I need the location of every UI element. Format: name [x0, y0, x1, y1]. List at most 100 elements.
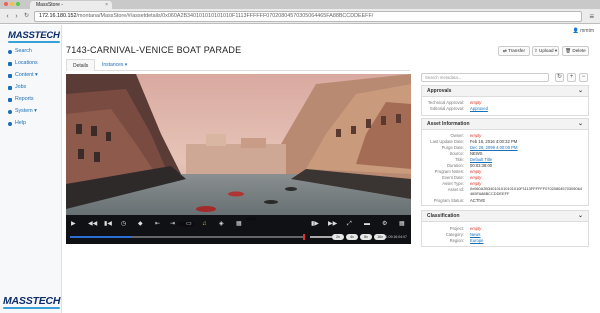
classification-header[interactable]: Classification ⌄ — [422, 211, 588, 222]
tags-icon[interactable]: ◈ — [219, 221, 224, 228]
playhead-marker[interactable] — [303, 234, 305, 240]
minimize-window-icon[interactable] — [10, 2, 14, 6]
window-controls[interactable] — [4, 2, 20, 6]
browser-toolbar: ‹ › ↻ 172.16.180.152/montana/MassStore/#… — [0, 9, 600, 24]
metadata-search-input[interactable]: Search metadata... — [421, 73, 549, 82]
back-icon[interactable]: ‹ — [3, 12, 12, 21]
classification-title: Classification — [427, 213, 460, 219]
trash-icon: 🗑 — [565, 48, 572, 53]
row-value[interactable]: Default Title — [470, 157, 492, 162]
sidebar-item-reports[interactable]: Reports — [8, 95, 34, 104]
approvals-panel: Approvals ⌄ Technical Approval: empty Ed… — [421, 85, 589, 116]
transfer-label: Transfer — [508, 48, 525, 53]
play-icon[interactable]: ▶ — [71, 221, 76, 228]
close-tab-icon[interactable]: × — [105, 1, 108, 9]
row-value: 00:03:38:00 — [470, 163, 493, 168]
row-value[interactable]: empty — [470, 169, 481, 174]
logo-swoosh — [3, 307, 61, 309]
speed-2x-button[interactable]: 2x — [332, 234, 344, 240]
caption-icon[interactable]: ▬ — [364, 221, 370, 228]
sidebar-item-jobs[interactable]: Jobs — [8, 83, 26, 92]
tab-instances[interactable]: Instances ▾ — [96, 59, 133, 71]
frame-step-icon[interactable]: ▮▶ — [311, 221, 319, 228]
help-icon — [8, 121, 12, 126]
row-value[interactable]: Europe — [470, 238, 484, 243]
sidebar-item-label: System ▾ — [15, 108, 37, 114]
close-window-icon[interactable] — [4, 2, 8, 6]
timecode-readout: 1:09:16:04:07 — [385, 235, 407, 239]
sidebar-item-label: Search — [15, 48, 32, 54]
url-host: 172.16.180.152 — [39, 13, 77, 19]
sidebar-item-label: Reports — [15, 96, 34, 102]
expand-all-icon[interactable]: + — [567, 73, 576, 82]
row-value[interactable]: empty — [470, 226, 481, 231]
tab-details[interactable]: Details — [66, 59, 96, 71]
sidebar-item-content[interactable]: Content ▾ — [8, 71, 38, 80]
refresh-icon[interactable]: ↻ — [555, 73, 564, 82]
url-path: /montana/MassStore/#/assetdetails/0x060A… — [76, 13, 374, 19]
upload-icon: ⇧ — [533, 48, 538, 53]
mark-in-icon[interactable]: ⇤ — [155, 221, 160, 228]
sidebar-item-label: Help — [15, 120, 26, 126]
row-key: Source: — [449, 151, 464, 156]
settings-gear-icon[interactable]: ⚙ — [382, 221, 387, 228]
row-value[interactable]: empty — [470, 175, 481, 180]
row-value[interactable]: empty — [470, 100, 481, 105]
collapse-all-icon[interactable]: − — [579, 73, 588, 82]
system-icon — [8, 109, 12, 114]
grid-icon[interactable]: ▦ — [236, 221, 242, 228]
progress-fill — [70, 236, 131, 238]
sidebar-item-system[interactable]: System ▾ — [8, 107, 37, 116]
chevron-down-icon[interactable]: ⌄ — [578, 211, 583, 222]
brand-name: MASSTECH — [8, 30, 60, 41]
speed-4x-button[interactable]: 4x — [346, 234, 358, 240]
browser-menu-icon[interactable]: ≡ — [589, 12, 594, 21]
row-key: Category: — [445, 232, 464, 237]
approvals-header[interactable]: Approvals ⌄ — [422, 86, 588, 97]
row-key: Event Date: — [442, 175, 464, 180]
speed-16x-button[interactable]: 16x — [374, 234, 386, 240]
tag-icon[interactable]: ◆ — [138, 221, 143, 228]
chevron-down-icon[interactable]: ⌄ — [578, 86, 583, 97]
sidebar-item-help[interactable]: Help — [8, 119, 26, 128]
transfer-button[interactable]: ⇄ Transfer — [498, 46, 530, 56]
sidebar-item-search[interactable]: Search — [8, 47, 32, 56]
reload-icon[interactable]: ↻ — [22, 12, 31, 21]
step-back-icon[interactable]: ▮◀ — [104, 221, 112, 228]
row-value[interactable]: empty — [470, 133, 481, 138]
fast-forward-icon[interactable]: ▶▶ — [328, 221, 337, 228]
user-menu[interactable]: 👤 mmtm — [572, 28, 594, 34]
approvals-title: Approvals — [427, 88, 452, 94]
row-key: Last Update Date: — [430, 139, 464, 144]
fullscreen-icon[interactable]: ⤢ — [347, 221, 352, 228]
transfer-icon: ⇄ — [503, 48, 507, 53]
sidebar-item-locations[interactable]: Locations — [8, 59, 38, 68]
row-value[interactable]: Dec 29, 2099 4:00:00 PM — [470, 145, 518, 150]
content-icon — [8, 73, 12, 78]
rewind-icon[interactable]: ◀◀ — [88, 221, 97, 228]
forward-icon[interactable]: › — [12, 12, 21, 21]
classification-panel: Classification ⌄ Project: empty Category… — [421, 210, 589, 247]
asset-information-header[interactable]: Asset Information ⌄ — [422, 119, 588, 130]
row-key: Technical Approval: — [427, 100, 464, 105]
sidebar-item-label: Locations — [15, 60, 38, 66]
asset-information-panel: Asset Information ⌄ Owner: empty Last Up… — [421, 118, 589, 206]
row-value[interactable]: Approved — [470, 106, 488, 111]
mark-out-icon[interactable]: ⇥ — [170, 221, 175, 228]
metadata-toolbar: Search metadata... ↻ + − — [421, 73, 589, 83]
masstech-logo-footer: MASSTECH — [3, 295, 61, 309]
browser-tab[interactable]: MassStore - × — [30, 1, 112, 9]
audio-icon[interactable]: ♫ — [202, 221, 207, 228]
upload-button[interactable]: ⇧ Upload ▾ — [532, 46, 559, 56]
apps-grid-icon[interactable]: ▦ — [399, 221, 405, 228]
delete-button[interactable]: 🗑 Delete — [562, 46, 589, 56]
chevron-down-icon[interactable]: ⌄ — [578, 119, 583, 130]
row-value[interactable]: News — [470, 232, 480, 237]
timer-icon[interactable]: ◷ — [121, 221, 126, 228]
address-bar[interactable]: 172.16.180.152/montana/MassStore/#/asset… — [34, 11, 582, 22]
browser-tab-title: MassStore - — [36, 2, 63, 8]
maximize-window-icon[interactable] — [16, 2, 20, 6]
row-key: Duration: — [447, 163, 464, 168]
speed-8x-button[interactable]: 8x — [360, 234, 372, 240]
clip-icon[interactable]: ▭ — [186, 221, 192, 228]
